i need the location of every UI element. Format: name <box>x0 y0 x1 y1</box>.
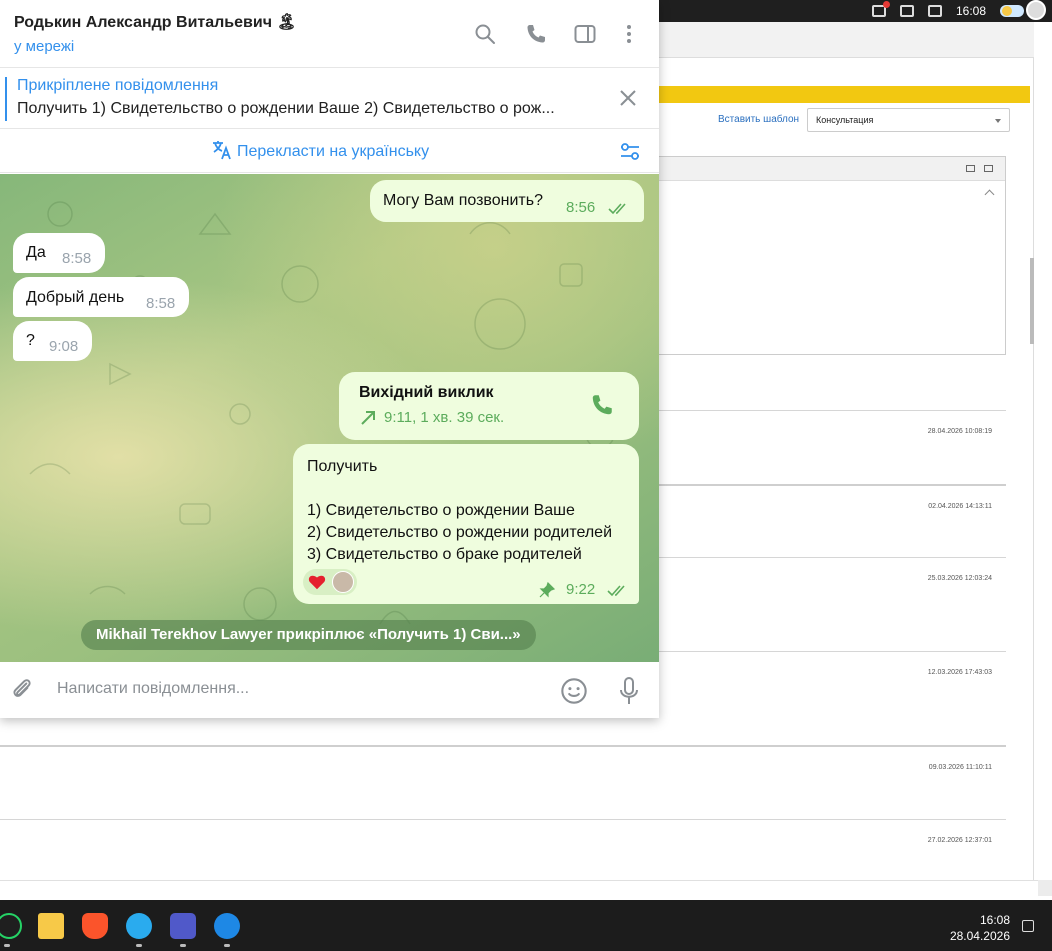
more-menu-icon[interactable] <box>617 22 641 46</box>
scroll-down-button[interactable] <box>1038 880 1052 896</box>
scrollbar[interactable] <box>1030 258 1034 344</box>
text-editor[interactable] <box>658 156 1006 355</box>
messenger-icon[interactable] <box>214 913 240 939</box>
pinned-text: Получить 1) Свидетельство о рождении Ваш… <box>17 100 555 117</box>
background-tab-bar <box>658 22 1034 58</box>
clock-date: 28.04.2026 <box>949 929 1010 943</box>
translate-label[interactable]: Перекласти на українську <box>237 143 429 161</box>
running-indicator <box>4 944 10 947</box>
whatsapp-icon[interactable] <box>0 913 22 939</box>
message-time: 8:58 <box>146 295 176 312</box>
people-icon[interactable] <box>871 1 890 17</box>
message-outgoing[interactable]: Могу Вам позвонить? 8:56 <box>370 180 644 222</box>
phone-icon[interactable] <box>589 392 615 418</box>
message-composer: Написати повідомлення... <box>0 662 659 718</box>
message-time: 8:58 <box>62 250 92 267</box>
running-indicator <box>224 944 230 947</box>
reactor-avatar[interactable] <box>332 571 354 593</box>
online-status: у мережі <box>14 38 75 55</box>
message-input[interactable]: Написати повідомлення... <box>57 680 249 698</box>
microphone-icon[interactable] <box>617 676 641 706</box>
translate-bar[interactable]: Перекласти на українську <box>0 130 659 173</box>
message-line: 3) Свидетельство о браке родителей <box>307 546 582 563</box>
theme-toggle[interactable] <box>1000 5 1024 17</box>
system-clock[interactable]: 16:08 28.04.2026 <box>950 912 1010 944</box>
pinned-accent-bar <box>5 77 7 121</box>
telegram-chat-window: Родькин Александр Витальевич 🏝 у мережі … <box>0 0 659 718</box>
avatar[interactable] <box>1026 0 1046 20</box>
message-body: Получить 1) Свидетельство о рождении Ваш… <box>307 456 612 566</box>
message-text: ? <box>26 332 35 349</box>
translate-icon <box>213 141 231 160</box>
message-outgoing[interactable]: Получить 1) Свидетельство о рождении Ваш… <box>293 444 639 604</box>
teams-icon[interactable] <box>170 913 196 939</box>
search-icon[interactable] <box>473 22 497 46</box>
message-incoming[interactable]: Добрый день 8:58 <box>13 277 189 317</box>
close-icon[interactable] <box>618 88 638 108</box>
call-message[interactable]: Вихідний виклик 9:11, 1 хв. 39 сек. <box>339 372 639 440</box>
list-item[interactable]: 27.02.2026 12:37:01 <box>0 819 1006 879</box>
message-line: 2) Свидетельство о рождении родителей <box>307 524 613 541</box>
pin-icon <box>539 582 555 598</box>
fullscreen-icon[interactable] <box>984 165 993 172</box>
translate-settings-icon[interactable] <box>618 140 642 162</box>
heart-reaction-icon[interactable] <box>308 573 326 591</box>
contact-name[interactable]: Родькин Александр Витальевич 🏝 <box>14 12 297 32</box>
pinned-title: Прикріплене повідомлення <box>17 77 219 94</box>
running-indicator <box>180 944 186 947</box>
emoji-icon[interactable] <box>560 677 588 705</box>
message-line: Получить <box>307 458 378 475</box>
message-line: 1) Свидетельство о рождении Ваше <box>307 502 575 519</box>
consultation-select[interactable]: Консультация <box>807 108 1010 132</box>
message-time: 9:22 <box>566 581 596 598</box>
editor-toolbar <box>658 157 1005 181</box>
reactions[interactable] <box>303 569 357 595</box>
message-incoming[interactable]: ? 9:08 <box>13 321 92 361</box>
message-text: Добрый день <box>26 289 125 306</box>
call-title: Вихідний виклик <box>359 384 494 401</box>
mic-off-icon[interactable] <box>899 5 914 17</box>
brave-icon[interactable] <box>82 913 108 939</box>
message-incoming[interactable]: Да 8:58 <box>13 233 105 273</box>
list-item[interactable]: 09.03.2026 11:10:11 <box>0 745 1006 819</box>
message-time: 8:56 <box>566 199 596 216</box>
clock-time: 16:08 <box>979 913 1010 927</box>
file-explorer-icon[interactable] <box>38 913 64 939</box>
warning-banner <box>658 86 1030 103</box>
horizontal-scrollbar[interactable] <box>0 880 1052 900</box>
notification-icon[interactable] <box>1022 920 1034 932</box>
taskbar: 16:08 28.04.2026 <box>0 900 1052 951</box>
keyboard-icon[interactable] <box>966 165 975 172</box>
phone-icon[interactable] <box>524 22 548 46</box>
read-checkmarks-icon <box>608 203 626 215</box>
chat-header: Родькин Александр Витальевич 🏝 у мережі <box>0 0 659 68</box>
attach-icon[interactable] <box>9 677 35 703</box>
service-message[interactable]: Mikhail Terekhov Lawyer прикріплює «Полу… <box>81 620 536 650</box>
message-text: Да <box>26 244 46 261</box>
telegram-icon[interactable] <box>126 913 152 939</box>
sidebar-toggle-icon[interactable] <box>573 22 597 46</box>
message-time: 9:08 <box>49 338 79 355</box>
outgoing-arrow-icon <box>361 411 375 425</box>
system-top-strip: 16:08 <box>658 0 1052 22</box>
running-indicator <box>136 944 142 947</box>
chevron-up-icon[interactable] <box>984 189 995 200</box>
chat-messages-area[interactable]: Могу Вам позвонить? 8:56 Да 8:58 Добрый … <box>0 174 659 662</box>
call-detail: 9:11, 1 хв. 39 сек. <box>384 409 505 426</box>
top-clock: 16:08 <box>955 4 986 18</box>
message-text: Могу Вам позвонить? <box>383 192 543 209</box>
read-checkmarks-icon <box>607 585 625 597</box>
calendar-icon[interactable] <box>927 5 942 17</box>
pinned-message-bar[interactable]: Прикріплене повідомлення Получить 1) Сви… <box>0 69 659 129</box>
insert-template-link[interactable]: Вставить шаблон <box>718 114 799 125</box>
